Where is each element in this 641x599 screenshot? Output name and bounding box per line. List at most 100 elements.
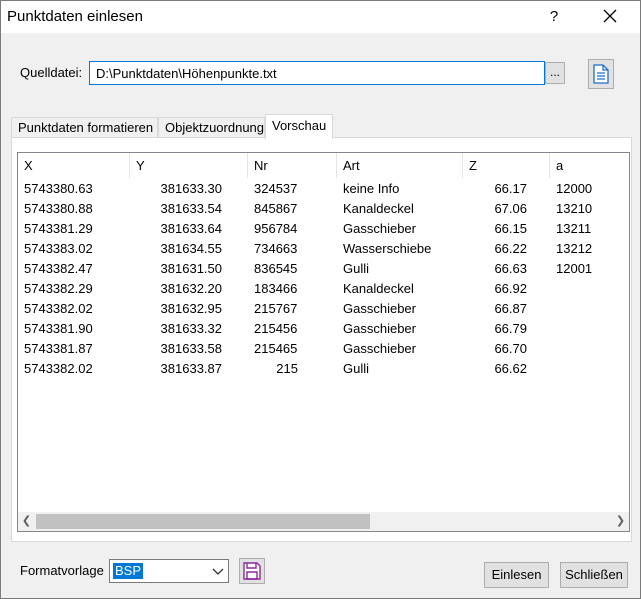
table-cell-y: 381631.50 — [160, 261, 222, 276]
column-header-y[interactable]: Y — [130, 153, 248, 178]
table-cell-y: 381632.20 — [160, 281, 222, 296]
table-cell-z: 66.22 — [494, 241, 527, 256]
table-cell-art: Wasserschiebe — [343, 241, 432, 256]
column-header-x[interactable]: X — [18, 153, 130, 178]
table-cell-y: 381633.54 — [160, 201, 222, 216]
table-row[interactable]: 5743381.87 381633.58 215465 Gasschieber 66.7… — [18, 339, 629, 359]
table-cell-x: 5743382.29 — [24, 281, 93, 296]
document-icon — [593, 64, 609, 84]
table-row[interactable]: 5743382.02 381633.87 215 Gulli 66.62 — [18, 359, 629, 379]
table-row[interactable]: 5743382.47 381631.50 836545 Gulli 66.63 12001 — [18, 259, 629, 279]
table-cell-z: 66.70 — [494, 341, 527, 356]
table-cell-z: 66.92 — [494, 281, 527, 296]
title-bar: Punktdaten einlesen ? — [1, 1, 640, 33]
help-button[interactable]: ? — [542, 5, 566, 29]
table-cell-art: Gasschieber — [343, 221, 416, 236]
table-cell-a — [556, 279, 626, 299]
column-header-nr[interactable]: Nr — [248, 153, 337, 178]
window-title: Punktdaten einlesen — [7, 8, 143, 25]
table-cell-x: 5743380.63 — [24, 181, 93, 196]
table-header: X Y Nr Art Z a — [18, 153, 629, 178]
table-row[interactable]: 5743380.88 381633.54 845867 Kanaldeckel 67.0… — [18, 199, 629, 219]
table-cell-nr: 183466 — [254, 281, 298, 296]
table-cell-x: 5743380.88 — [24, 201, 93, 216]
table-cell-art: Gulli — [343, 261, 370, 276]
table-cell-nr: 324537 — [254, 181, 298, 196]
table-cell-a: 13210 — [556, 201, 593, 216]
table-cell-art: Gasschieber — [343, 341, 416, 356]
table-cell-x: 5743383.02 — [24, 241, 93, 256]
table-row[interactable]: 5743383.02 381634.55 734663 Wasserschiebe 66… — [18, 239, 629, 259]
table-cell-z: 66.63 — [494, 261, 527, 276]
table-cell-x: 5743381.29 — [24, 221, 93, 236]
tab-object-mapping[interactable]: Objektzuordnung — [158, 117, 265, 138]
table-cell-art: Gasschieber — [343, 321, 416, 336]
table-cell-a — [556, 319, 626, 339]
scroll-right-icon[interactable]: ❯ — [612, 512, 629, 531]
horizontal-scrollbar[interactable]: ❮ ❯ — [18, 512, 629, 531]
table-cell-art: Gasschieber — [343, 301, 416, 316]
table-cell-z: 66.17 — [494, 181, 527, 196]
dialog-window: Punktdaten einlesen ? Quelldatei: D:\Pun… — [0, 0, 641, 599]
table-cell-x: 5743382.47 — [24, 261, 93, 276]
table-cell-a: 12000 — [556, 181, 593, 196]
table-cell-nr: 215767 — [254, 301, 298, 316]
column-header-art[interactable]: Art — [337, 153, 463, 178]
preview-table[interactable]: X Y Nr Art Z a 5743380.63 381633.30 324537… — [17, 152, 630, 532]
table-cell-art: keine Info — [343, 181, 400, 196]
table-cell-z: 66.62 — [494, 361, 527, 376]
table-cell-nr: 215 — [276, 361, 298, 376]
browse-button[interactable]: ... — [545, 62, 565, 84]
tab-preview[interactable]: Vorschau — [265, 114, 333, 139]
table-row[interactable]: 5743381.90 381633.32 215456 Gasschieber 66.7… — [18, 319, 629, 339]
table-cell-a: 13212 — [556, 241, 593, 256]
table-cell-y: 381633.58 — [160, 341, 222, 356]
table-cell-z: 66.87 — [494, 301, 527, 316]
table-cell-y: 381633.64 — [160, 221, 222, 236]
table-cell-y: 381633.87 — [160, 361, 222, 376]
close-dialog-button[interactable]: Schließen — [560, 562, 628, 588]
table-cell-nr: 845867 — [254, 201, 298, 216]
table-cell-nr: 836545 — [254, 261, 298, 276]
table-cell-z: 67.06 — [494, 201, 527, 216]
open-document-button[interactable] — [588, 59, 614, 89]
tab-format-points[interactable]: Punktdaten formatieren — [11, 117, 158, 138]
table-cell-art: Kanaldeckel — [343, 281, 414, 296]
column-header-z[interactable]: Z — [463, 153, 550, 178]
save-template-button[interactable] — [239, 558, 265, 584]
table-row[interactable]: 5743382.02 381632.95 215767 Gasschieber 66.8… — [18, 299, 629, 319]
format-template-label: Formatvorlage — [20, 563, 104, 578]
scrollbar-thumb[interactable] — [36, 514, 370, 529]
preview-panel: X Y Nr Art Z a 5743380.63 381633.30 324537… — [11, 137, 632, 542]
table-cell-art: Gulli — [343, 361, 370, 376]
table-cell-z: 66.79 — [494, 321, 527, 336]
table-cell-a — [556, 359, 626, 379]
table-cell-x: 5743382.02 — [24, 361, 93, 376]
format-template-select[interactable]: BSP — [109, 559, 229, 583]
table-cell-z: 66.15 — [494, 221, 527, 236]
table-cell-nr: 956784 — [254, 221, 298, 236]
table-cell-a — [556, 339, 626, 359]
floppy-disk-icon — [243, 562, 261, 580]
table-cell-y: 381633.32 — [160, 321, 222, 336]
table-row[interactable]: 5743381.29 381633.64 956784 Gasschieber 66.1… — [18, 219, 629, 239]
chevron-down-icon — [212, 568, 224, 575]
scroll-left-icon[interactable]: ❮ — [18, 512, 35, 531]
column-header-a[interactable]: a — [550, 153, 629, 178]
table-cell-a: 13211 — [556, 221, 592, 236]
source-file-input[interactable]: D:\Punktdaten\Höhenpunkte.txt — [89, 61, 545, 85]
close-icon — [603, 9, 617, 23]
table-cell-y: 381633.30 — [160, 181, 222, 196]
read-in-button[interactable]: Einlesen — [484, 562, 549, 588]
table-cell-art: Kanaldeckel — [343, 201, 414, 216]
table-cell-x: 5743382.02 — [24, 301, 93, 316]
source-file-label: Quelldatei: — [20, 65, 83, 80]
close-button[interactable] — [596, 5, 624, 29]
table-cell-x: 5743381.87 — [24, 341, 93, 356]
table-cell-nr: 734663 — [254, 241, 298, 256]
table-cell-a: 12001 — [556, 261, 593, 276]
format-template-value: BSP — [113, 563, 144, 579]
table-cell-x: 5743381.90 — [24, 321, 93, 336]
table-row[interactable]: 5743380.63 381633.30 324537 keine Info 66.17… — [18, 179, 629, 199]
table-row[interactable]: 5743382.29 381632.20 183466 Kanaldeckel 66.9… — [18, 279, 629, 299]
